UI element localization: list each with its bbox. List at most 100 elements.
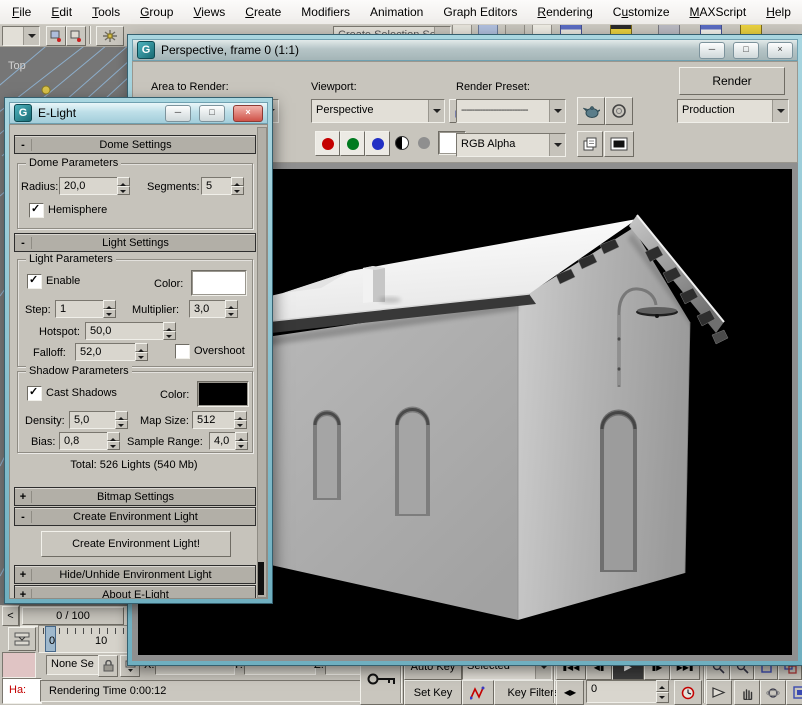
rollout-create-environment-light[interactable]: - Create Environment Light bbox=[14, 507, 256, 526]
render-window-title: Perspective, frame 0 (1:1) bbox=[161, 43, 691, 57]
radius-spinner[interactable] bbox=[117, 177, 130, 195]
close-button[interactable]: × bbox=[233, 105, 263, 122]
menu-maxscript[interactable]: MAXScript bbox=[680, 2, 757, 22]
menu-create[interactable]: Create bbox=[235, 2, 291, 22]
channel-bw-button[interactable] bbox=[604, 131, 634, 157]
red-channel-button[interactable] bbox=[315, 131, 340, 156]
menu-file[interactable]: File bbox=[2, 2, 41, 22]
rollout-scrollbar[interactable] bbox=[257, 127, 267, 598]
enable-checkbox[interactable] bbox=[27, 274, 42, 289]
select-object-button[interactable] bbox=[46, 26, 66, 46]
create-environment-light-button[interactable]: Create Environment Light! bbox=[41, 531, 231, 557]
menu-modifiers[interactable]: Modifiers bbox=[291, 2, 360, 22]
curve-toggle-button[interactable] bbox=[462, 680, 494, 705]
time-configuration-button[interactable] bbox=[674, 680, 702, 705]
monochrome-button[interactable] bbox=[390, 131, 413, 154]
gray-dot-icon bbox=[418, 137, 430, 149]
mini-curve-editor-button[interactable] bbox=[8, 627, 36, 651]
total-lights-label: Total: 526 Lights (540 Mb) bbox=[10, 459, 258, 471]
key-mode-button[interactable]: ◀▶ bbox=[556, 680, 584, 705]
hotspot-spinner[interactable] bbox=[163, 322, 176, 340]
maximize-viewport-button[interactable] bbox=[786, 680, 802, 705]
enable-label: Enable bbox=[46, 275, 80, 287]
rollout-hide-unhide[interactable]: + Hide/Unhide Environment Light bbox=[14, 565, 256, 584]
menu-views[interactable]: Views bbox=[183, 2, 235, 22]
cast-shadows-checkbox[interactable] bbox=[27, 386, 42, 401]
menu-help[interactable]: Help bbox=[756, 2, 801, 22]
sample-range-spinner[interactable] bbox=[235, 432, 248, 450]
map-size-spinner[interactable] bbox=[234, 411, 247, 429]
radius-field[interactable]: 20,0 bbox=[59, 177, 125, 195]
step-spinner[interactable] bbox=[103, 300, 116, 318]
density-spinner[interactable] bbox=[115, 411, 128, 429]
overshoot-label: Overshoot bbox=[194, 345, 245, 357]
minimize-button[interactable]: ─ bbox=[165, 105, 191, 122]
viewport-combo[interactable]: Perspective bbox=[311, 99, 445, 123]
menu-tools[interactable]: Tools bbox=[82, 2, 130, 22]
render-window-titlebar[interactable]: G Perspective, frame 0 (1:1) ─ □ × bbox=[132, 39, 798, 61]
rollout-light-settings[interactable]: - Light Settings bbox=[14, 233, 256, 252]
rollout-bitmap-settings[interactable]: + Bitmap Settings bbox=[14, 487, 256, 506]
scrollbar-thumb[interactable] bbox=[258, 562, 264, 595]
hemisphere-checkbox[interactable] bbox=[29, 203, 44, 218]
close-button[interactable]: × bbox=[767, 42, 793, 59]
hemisphere-label: Hemisphere bbox=[48, 204, 107, 216]
segments-spinner[interactable] bbox=[231, 177, 244, 195]
production-combo[interactable]: Production bbox=[677, 99, 789, 123]
selection-lock-button[interactable] bbox=[98, 655, 118, 677]
minimize-button[interactable]: ─ bbox=[699, 42, 725, 59]
overshoot-checkbox[interactable] bbox=[175, 344, 190, 359]
rollout-about-elight[interactable]: + About E-Light bbox=[14, 585, 256, 599]
track-bar[interactable]: 0 10 bbox=[38, 625, 130, 653]
menu-customize[interactable]: Customize bbox=[603, 2, 680, 22]
shadow-color-label: Color: bbox=[160, 389, 189, 401]
maximize-button[interactable]: □ bbox=[199, 105, 225, 122]
render-setup-button[interactable] bbox=[577, 97, 605, 125]
listener-box[interactable]: Ha: bbox=[2, 678, 42, 704]
channel-display-combo[interactable]: RGB Alpha bbox=[456, 133, 566, 157]
list-icon bbox=[70, 30, 82, 42]
falloff-field[interactable]: 52,0 bbox=[75, 343, 143, 361]
render-iterative-button[interactable] bbox=[605, 97, 633, 125]
time-slider-handle[interactable]: 0 / 100 bbox=[22, 607, 124, 625]
current-frame-field[interactable]: 0 bbox=[586, 680, 664, 703]
orbit-button[interactable] bbox=[760, 680, 786, 705]
shadow-color-swatch[interactable] bbox=[197, 381, 249, 407]
scene-gizmo bbox=[42, 86, 50, 94]
render-button[interactable]: Render bbox=[679, 67, 785, 95]
time-prev-button[interactable]: < bbox=[2, 606, 19, 626]
frame-spinner[interactable] bbox=[656, 680, 669, 703]
multiplier-label: Multiplier: bbox=[132, 304, 179, 316]
green-channel-button[interactable] bbox=[340, 131, 365, 156]
maximize-button[interactable]: □ bbox=[733, 42, 759, 59]
falloff-spinner[interactable] bbox=[135, 343, 148, 361]
menu-graph-editors[interactable]: Graph Editors bbox=[433, 2, 527, 22]
menu-edit[interactable]: Edit bbox=[41, 2, 82, 22]
chevron-down-icon bbox=[549, 134, 565, 156]
menu-animation[interactable]: Animation bbox=[360, 2, 433, 22]
field-of-view-button[interactable] bbox=[706, 680, 732, 705]
alpha-channel-button[interactable] bbox=[412, 131, 435, 154]
menu-group[interactable]: Group bbox=[130, 2, 183, 22]
select-and-manipulate-button[interactable] bbox=[96, 26, 124, 46]
render-preset-combo[interactable]: ------------------------- bbox=[456, 99, 566, 123]
copy-icon bbox=[583, 137, 597, 151]
set-key-button[interactable]: Set Key bbox=[404, 680, 462, 705]
collapse-icon: - bbox=[15, 511, 32, 523]
clone-rendered-frame-button[interactable] bbox=[577, 131, 603, 157]
elight-titlebar[interactable]: G E-Light ─ □ × bbox=[9, 102, 268, 124]
pan-button[interactable] bbox=[734, 680, 760, 705]
light-color-swatch[interactable] bbox=[191, 270, 247, 296]
select-by-name-button[interactable] bbox=[66, 26, 86, 46]
expand-icon: + bbox=[15, 491, 32, 503]
menu-rendering[interactable]: Rendering bbox=[527, 2, 602, 22]
macro-recorder-box[interactable] bbox=[2, 652, 36, 678]
blue-channel-button[interactable] bbox=[365, 131, 390, 156]
hotspot-field[interactable]: 50,0 bbox=[85, 322, 171, 340]
expand-icon: + bbox=[15, 589, 32, 600]
bias-spinner[interactable] bbox=[107, 432, 120, 450]
rollout-dome-settings[interactable]: - Dome Settings bbox=[14, 135, 256, 154]
toolbar-combo[interactable] bbox=[2, 26, 40, 46]
multiplier-spinner[interactable] bbox=[225, 300, 238, 318]
time-slider-track[interactable]: 0 / 100 bbox=[19, 605, 129, 627]
